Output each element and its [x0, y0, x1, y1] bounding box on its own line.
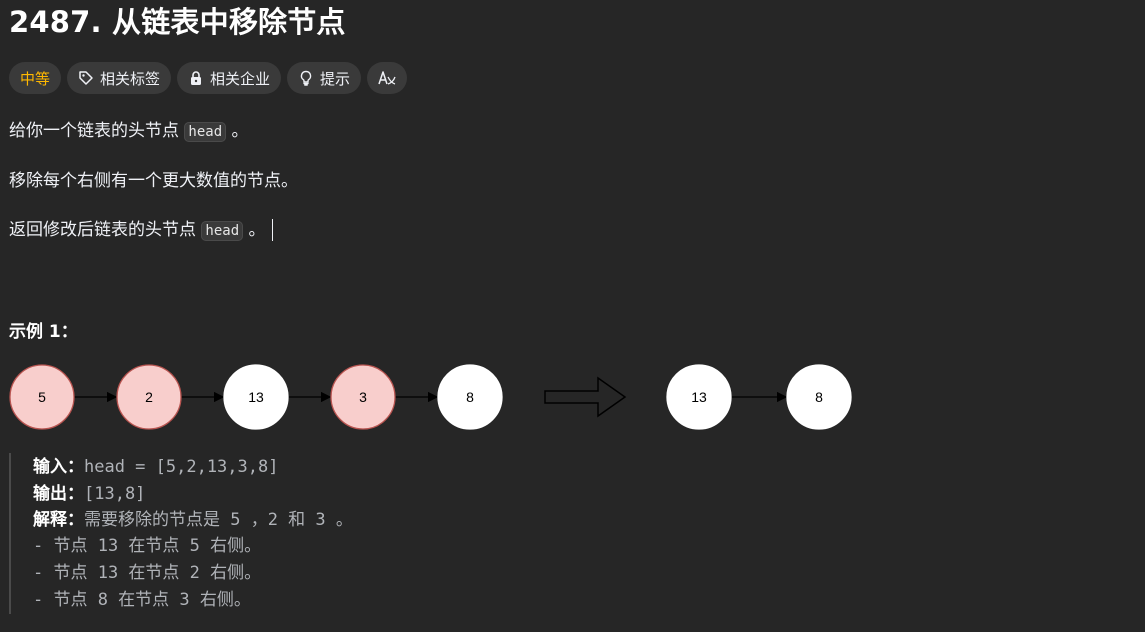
- lightbulb-icon: [298, 70, 314, 86]
- example-input-line: 输入：head = [5,2,13,3,8]: [33, 454, 278, 480]
- explain-value: 需要移除的节点是 5 ，2 和 3 。: [84, 510, 353, 530]
- explain-label: 解释：: [33, 510, 84, 530]
- node-value: 5: [38, 389, 46, 405]
- text-caret: [271, 219, 273, 241]
- after-list: 13 8: [666, 364, 852, 430]
- problem-title: 2487. 从链表中移除节点: [9, 5, 346, 39]
- explain-detail-line: - 节点 8 在节点 3 右侧。: [33, 590, 251, 610]
- description-paragraph-1: 给你一个链表的头节点 head 。: [9, 118, 249, 145]
- difficulty-label: 中等: [20, 69, 51, 88]
- related-companies-button[interactable]: 相关企业: [177, 62, 282, 94]
- output-label: 输出：: [33, 484, 84, 504]
- related-tags-label: 相关标签: [100, 69, 161, 88]
- desc-text: 。: [248, 220, 266, 240]
- example-explain-line: 解释：需要移除的节点是 5 ，2 和 3 。: [33, 507, 353, 533]
- description-paragraph-2: 移除每个右侧有一个更大数值的节点。: [9, 171, 298, 191]
- transform-arrow: [544, 376, 627, 418]
- input-value: head = [5,2,13,3,8]: [84, 457, 279, 477]
- node-value: 2: [145, 389, 153, 405]
- tag-icon: [78, 70, 94, 86]
- example-block: 输入：head = [5,2,13,3,8] 输出：[13,8] 解释：需要移除…: [9, 453, 611, 614]
- related-tags-button[interactable]: 相关标签: [67, 62, 172, 94]
- translate-icon: [378, 70, 396, 86]
- lock-icon: [188, 70, 204, 86]
- before-list: 5 2 13 3 8: [9, 364, 503, 430]
- hint-label: 提示: [320, 69, 351, 88]
- inline-code: head: [184, 122, 227, 142]
- node-value: 13: [248, 389, 264, 405]
- explain-detail-line: - 节点 13 在节点 5 右侧。: [33, 536, 262, 556]
- node-value: 13: [691, 389, 707, 405]
- difficulty-badge[interactable]: 中等: [9, 62, 62, 94]
- description-paragraph-3: 返回修改后链表的头节点 head 。: [9, 217, 273, 244]
- related-companies-label: 相关企业: [210, 69, 271, 88]
- linked-list-diagram: 5 2 13 3 8 13 8: [9, 364, 852, 430]
- desc-text: 给你一个链表的头节点: [9, 121, 179, 141]
- tag-bar: 中等 相关标签 相关企业 提示: [9, 62, 408, 94]
- explain-detail-line: - 节点 13 在节点 2 右侧。: [33, 563, 262, 583]
- inline-code: head: [201, 221, 244, 241]
- hint-button[interactable]: 提示: [287, 62, 362, 94]
- translate-button[interactable]: [367, 62, 408, 94]
- node-value: 8: [466, 389, 474, 405]
- node-value: 8: [815, 389, 823, 405]
- example-title: 示例 1：: [9, 322, 78, 342]
- desc-text: 。: [231, 121, 249, 141]
- output-value: [13,8]: [84, 484, 146, 504]
- desc-text: 返回修改后链表的头节点: [9, 220, 196, 240]
- example-output-line: 输出：[13,8]: [33, 481, 145, 507]
- node-value: 3: [359, 389, 367, 405]
- input-label: 输入：: [33, 457, 84, 477]
